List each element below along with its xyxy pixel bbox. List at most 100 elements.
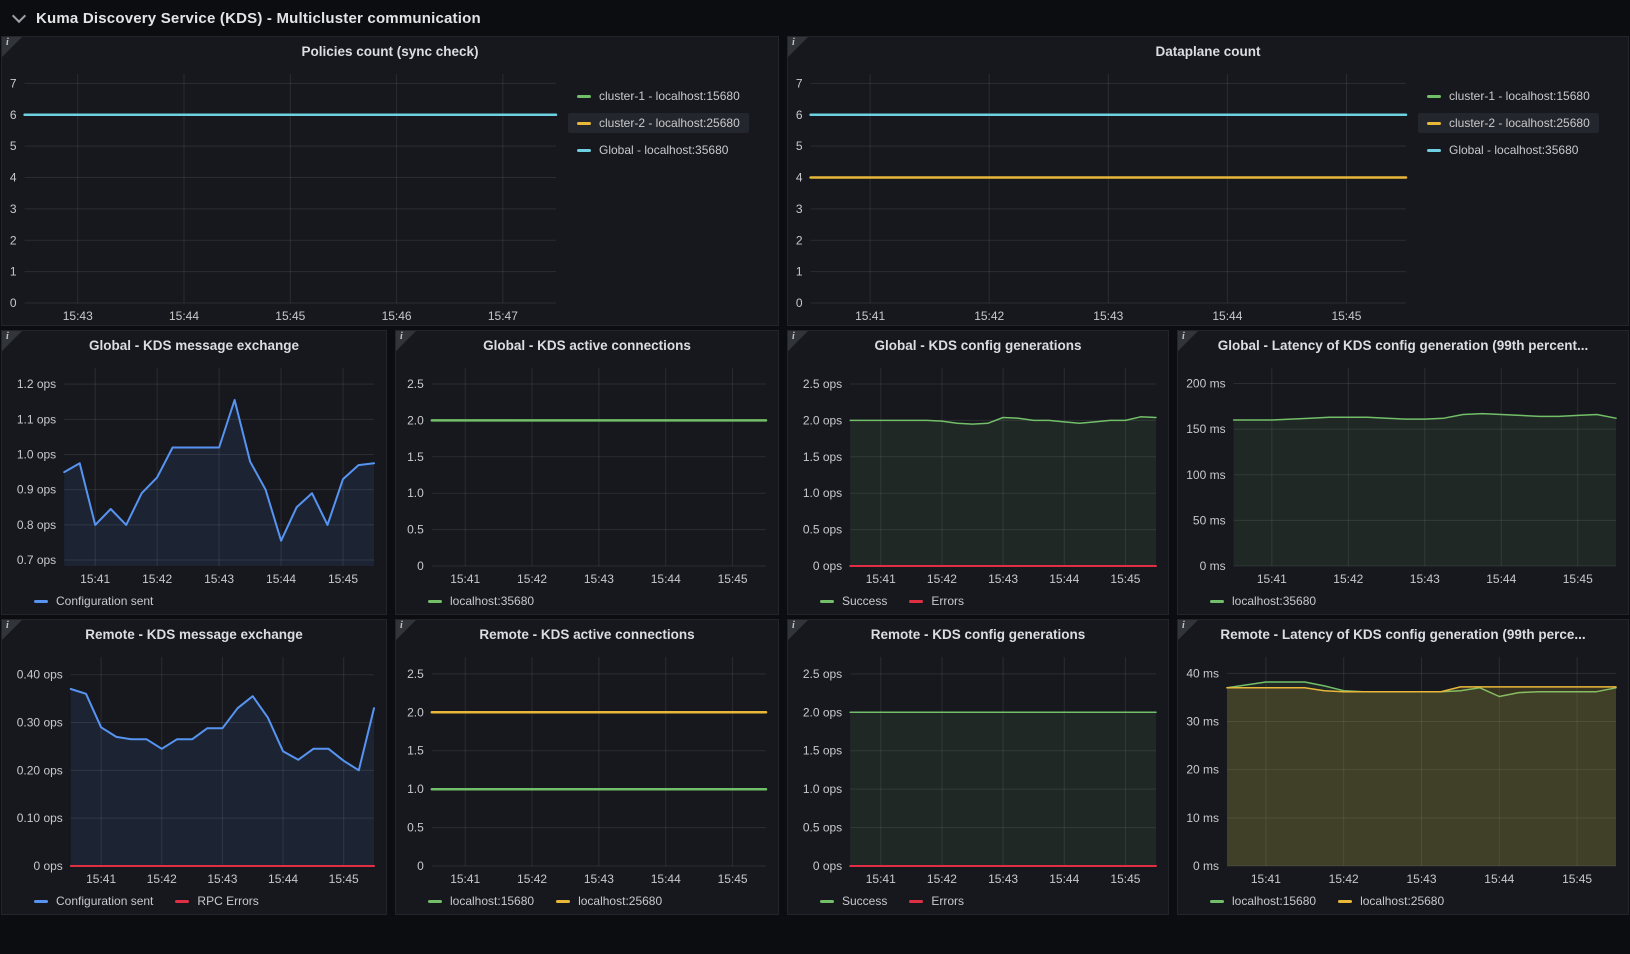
panel-title[interactable]: Global - KDS message exchange — [2, 331, 386, 358]
legend-item[interactable]: localhost:15680 — [426, 894, 536, 908]
legend-item[interactable]: localhost:25680 — [554, 894, 664, 908]
series-color-dash-icon — [34, 900, 48, 903]
panel-title[interactable]: Remote - KDS message exchange — [2, 620, 386, 647]
svg-text:0.40 ops: 0.40 ops — [17, 668, 63, 682]
chart-remote-kds-config-generations[interactable]: 15:4115:4215:4315:4415:452.5 ops2.0 ops1… — [788, 647, 1168, 888]
legend: localhost:15680 localhost:25680 — [396, 888, 778, 914]
svg-text:15:44: 15:44 — [651, 872, 681, 886]
panel-title[interactable]: Global - KDS active connections — [396, 331, 778, 358]
series-color-dash-icon — [1210, 600, 1224, 603]
panel-title[interactable]: Global - KDS config generations — [788, 331, 1168, 358]
svg-text:15:47: 15:47 — [488, 309, 518, 323]
legend-item[interactable]: cluster-1 - localhost:15680 — [568, 86, 749, 106]
svg-text:1.5 ops: 1.5 ops — [803, 450, 842, 464]
info-glyph: i — [1182, 620, 1185, 631]
panel-title[interactable]: Global - Latency of KDS config generatio… — [1178, 331, 1628, 358]
chart-global-kds-active-connections[interactable]: 15:4115:4215:4315:4415:452.52.01.51.00.5… — [396, 358, 778, 588]
svg-text:15:43: 15:43 — [1410, 572, 1440, 586]
legend-item[interactable]: Configuration sent — [32, 894, 155, 908]
svg-text:15:45: 15:45 — [1563, 572, 1593, 586]
svg-text:3: 3 — [796, 202, 803, 216]
legend-item[interactable]: Global - localhost:35680 — [1418, 140, 1587, 160]
legend-item[interactable]: localhost:35680 — [1208, 594, 1318, 608]
panel-title[interactable]: Policies count (sync check) — [2, 37, 778, 64]
info-glyph: i — [6, 331, 9, 342]
svg-text:5: 5 — [10, 139, 17, 153]
panel-info-icon[interactable]: i — [1178, 620, 1198, 640]
panel-info-icon[interactable]: i — [2, 37, 22, 57]
svg-text:4: 4 — [10, 171, 17, 185]
svg-text:15:43: 15:43 — [207, 872, 237, 886]
series-color-dash-icon — [577, 95, 591, 98]
legend-item[interactable]: Configuration sent — [32, 594, 155, 608]
legend-item[interactable]: Success — [818, 594, 889, 608]
svg-text:15:41: 15:41 — [866, 572, 896, 586]
svg-text:15:45: 15:45 — [1110, 572, 1140, 586]
svg-text:15:42: 15:42 — [147, 872, 177, 886]
series-color-dash-icon — [1338, 900, 1352, 903]
chart-canvas: 15:4115:4215:4315:4415:452.52.01.51.00.5… — [396, 647, 778, 888]
svg-text:15:41: 15:41 — [86, 872, 116, 886]
legend-label: localhost:25680 — [1360, 894, 1444, 908]
svg-text:15:45: 15:45 — [1562, 872, 1592, 886]
svg-text:1: 1 — [796, 265, 803, 279]
legend-item[interactable]: localhost:15680 — [1208, 894, 1318, 908]
chart-remote-kds-active-connections[interactable]: 15:4115:4215:4315:4415:452.52.01.51.00.5… — [396, 647, 778, 888]
svg-text:15:46: 15:46 — [382, 309, 412, 323]
legend-item[interactable]: Global - localhost:35680 — [568, 140, 737, 160]
svg-text:2.5: 2.5 — [407, 667, 424, 681]
svg-text:2.0: 2.0 — [407, 705, 424, 719]
panel-info-icon[interactable]: i — [2, 620, 22, 640]
chart-global-kds-message-exchange[interactable]: 15:4115:4215:4315:4415:451.2 ops1.1 ops1… — [2, 358, 386, 588]
panel-title[interactable]: Dataplane count — [788, 37, 1628, 64]
panel-title[interactable]: Remote - KDS active connections — [396, 620, 778, 647]
legend-label: Success — [842, 894, 887, 908]
svg-text:0.7 ops: 0.7 ops — [17, 553, 56, 567]
panel-info-icon[interactable]: i — [788, 37, 808, 57]
svg-text:6: 6 — [10, 108, 17, 122]
panel-global-kds-latency: iGlobal - Latency of KDS config generati… — [1177, 330, 1629, 615]
panel-info-icon[interactable]: i — [788, 620, 808, 640]
info-glyph: i — [792, 331, 795, 342]
series-color-dash-icon — [1427, 149, 1441, 152]
chart-policies-count-sync-check[interactable]: 15:4315:4415:4515:4615:4776543210 — [2, 64, 568, 325]
svg-text:15:45: 15:45 — [1331, 309, 1361, 323]
legend-item[interactable]: cluster-2 - localhost:25680 — [1418, 113, 1599, 133]
panel-title[interactable]: Remote - KDS config generations — [788, 620, 1168, 647]
chart-canvas: 15:4115:4215:4315:4415:452.5 ops2.0 ops1… — [788, 647, 1168, 888]
legend-item[interactable]: localhost:25680 — [1336, 894, 1446, 908]
svg-text:15:45: 15:45 — [275, 309, 305, 323]
panel-title[interactable]: Remote - Latency of KDS config generatio… — [1178, 620, 1628, 647]
svg-text:15:43: 15:43 — [584, 872, 614, 886]
chart-global-kds-latency[interactable]: 15:4115:4215:4315:4415:45200 ms150 ms100… — [1178, 358, 1628, 588]
svg-text:15:43: 15:43 — [1406, 872, 1436, 886]
legend-item[interactable]: Errors — [907, 894, 966, 908]
chart-dataplane-count[interactable]: 15:4115:4215:4315:4415:4576543210 — [788, 64, 1418, 325]
chart-global-kds-config-generations[interactable]: 15:4115:4215:4315:4415:452.5 ops2.0 ops1… — [788, 358, 1168, 588]
chart-remote-kds-latency[interactable]: 15:4115:4215:4315:4415:4540 ms30 ms20 ms… — [1178, 647, 1628, 888]
legend-item[interactable]: cluster-2 - localhost:25680 — [568, 113, 749, 133]
chart-remote-kds-message-exchange[interactable]: 15:4115:4215:4315:4415:450.40 ops0.30 op… — [2, 647, 386, 888]
panel-info-icon[interactable]: i — [396, 620, 416, 640]
legend-item[interactable]: localhost:35680 — [426, 594, 536, 608]
panel-info-icon[interactable]: i — [396, 331, 416, 351]
svg-text:0: 0 — [417, 859, 424, 873]
panel-info-icon[interactable]: i — [2, 331, 22, 351]
legend-item[interactable]: Errors — [907, 594, 966, 608]
legend-label: cluster-1 - localhost:15680 — [1449, 89, 1590, 103]
svg-text:100 ms: 100 ms — [1186, 468, 1225, 482]
svg-text:2.0: 2.0 — [407, 413, 424, 427]
legend-item[interactable]: cluster-1 - localhost:15680 — [1418, 86, 1599, 106]
svg-text:15:43: 15:43 — [63, 309, 93, 323]
legend: Configuration sent — [2, 588, 386, 614]
panel-info-icon[interactable]: i — [1178, 331, 1198, 351]
svg-text:15:42: 15:42 — [1329, 872, 1359, 886]
legend-item[interactable]: Success — [818, 894, 889, 908]
panel-policies-count-sync-check: iPolicies count (sync check)15:4315:4415… — [1, 36, 779, 326]
svg-text:0: 0 — [417, 559, 424, 573]
svg-text:0: 0 — [10, 296, 17, 310]
panel-info-icon[interactable]: i — [788, 331, 808, 351]
dashboard-row-header[interactable]: Kuma Discovery Service (KDS) - Multiclus… — [0, 0, 1630, 36]
legend-item[interactable]: RPC Errors — [173, 894, 260, 908]
panel-global-kds-active-connections: iGlobal - KDS active connections15:4115:… — [395, 330, 779, 615]
